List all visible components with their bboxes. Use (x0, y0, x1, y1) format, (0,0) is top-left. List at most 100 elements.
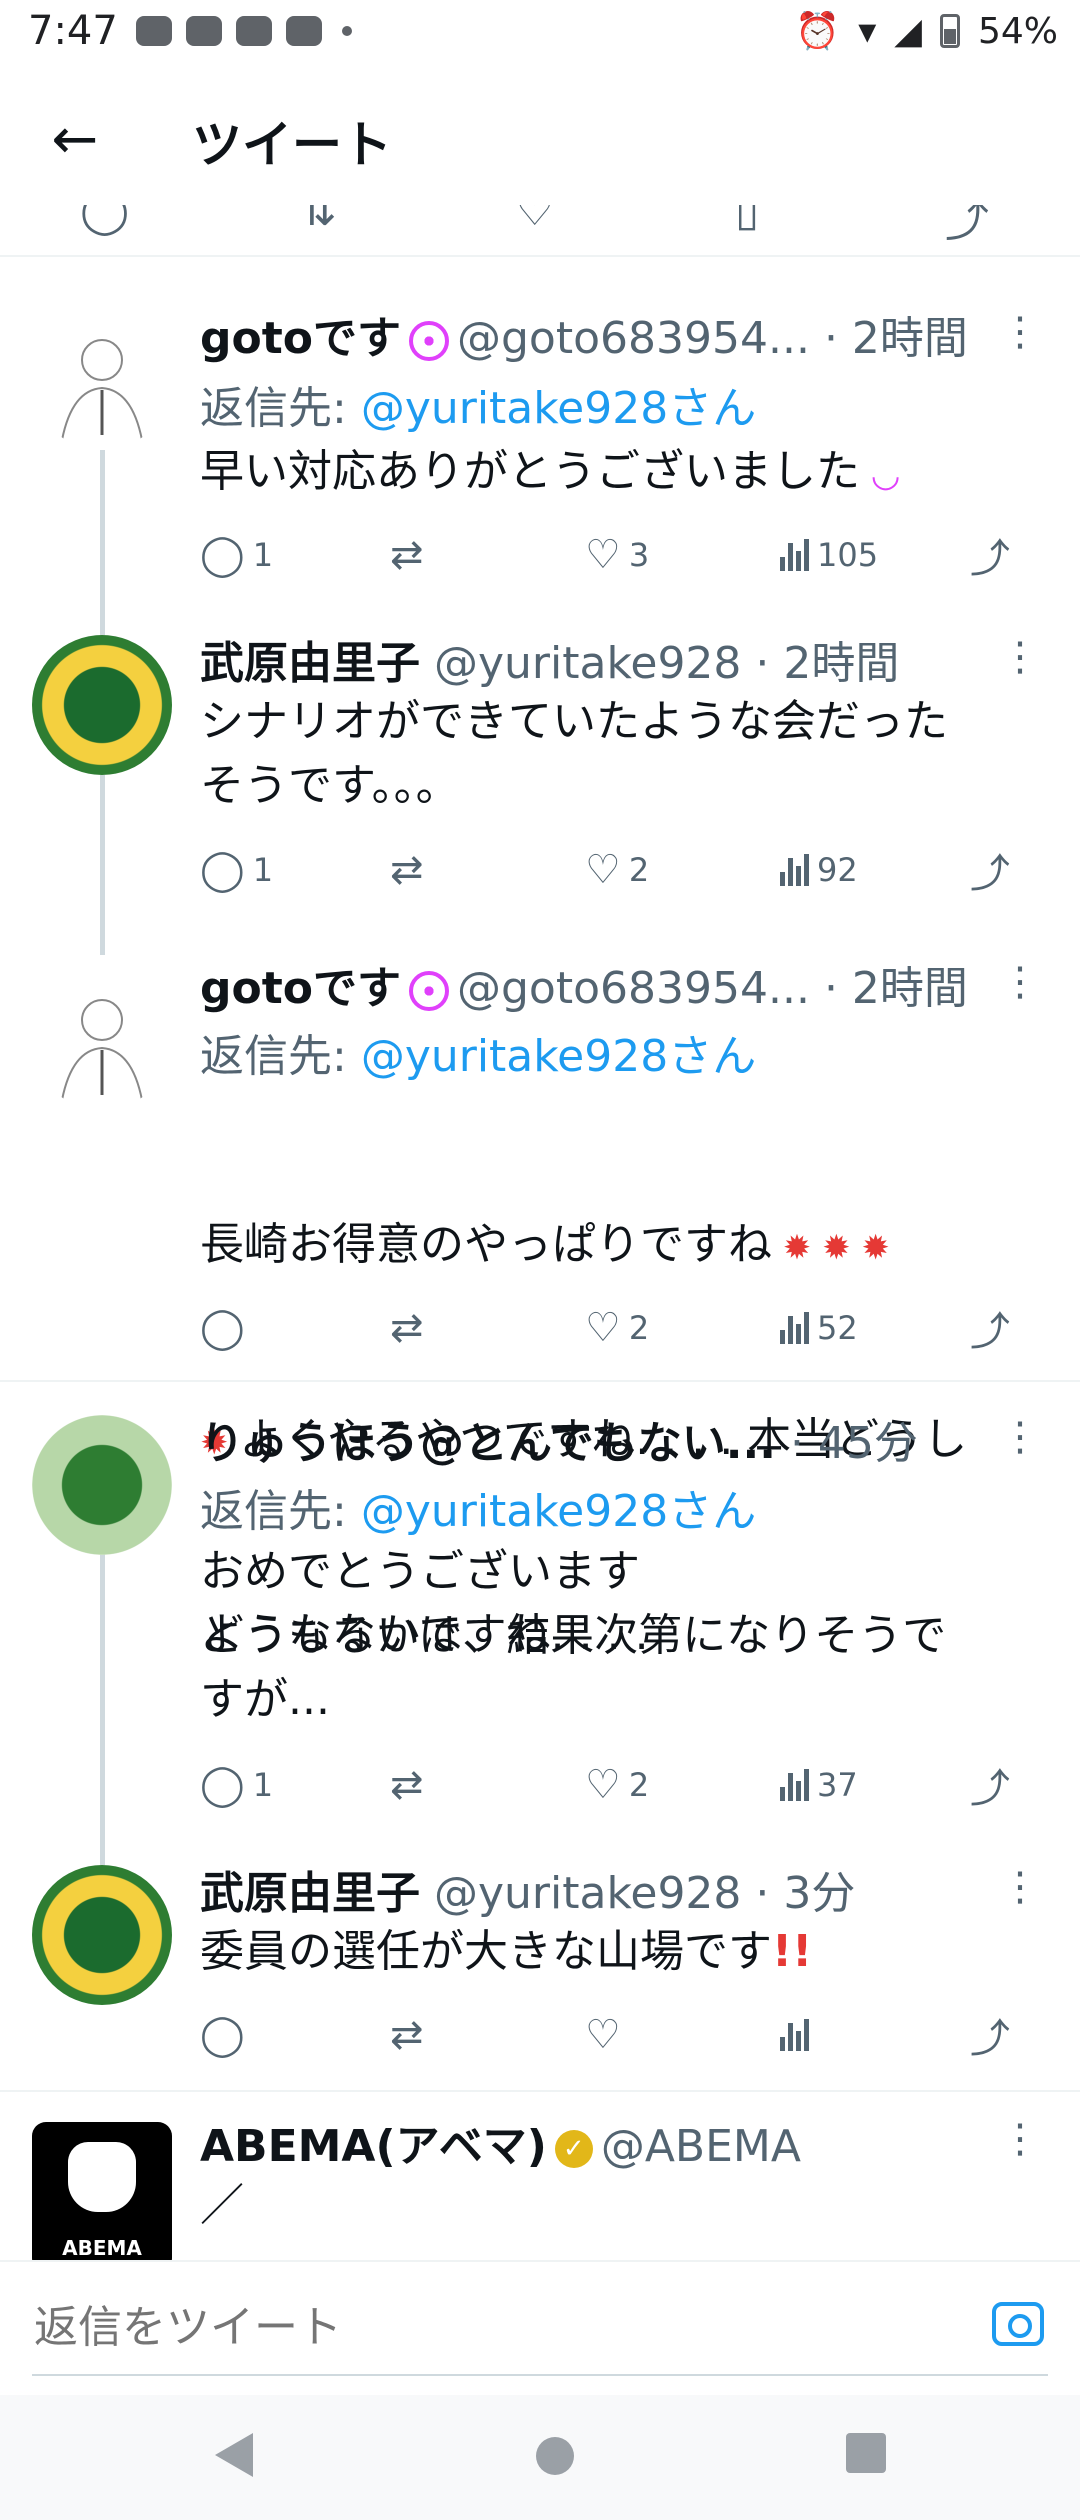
retweet-button[interactable]: ⇄ (390, 2005, 432, 2065)
avatar[interactable] (32, 635, 172, 775)
share-button[interactable]: ⤴ (970, 2005, 1010, 2065)
more-vertical-icon[interactable]: ⋮ (1000, 2117, 1040, 2161)
tweet[interactable]: gotoです @goto683954... · 2時間 ⋮ 返信先: @yurit… (0, 280, 1080, 615)
views-button[interactable]: 105 (780, 525, 878, 585)
display-name[interactable]: ABEMA(アベマ) (200, 2121, 547, 2172)
retweet-icon[interactable]: ⇅ (300, 205, 337, 236)
bookmark-icon[interactable]: ▯ (735, 205, 759, 236)
user-handle: @yuritake928 (434, 1868, 742, 1919)
display-name[interactable]: 武原由里子 (200, 638, 420, 689)
like-button[interactable]: ♡ 2 (585, 1755, 649, 1815)
tweet-actions: ◯ 1 ⇄ ♡ 2 92 ⤴ (200, 840, 1030, 900)
mention-link[interactable]: @yuritake928さん (361, 1031, 756, 1082)
like-button[interactable]: ♡ 3 (585, 525, 649, 585)
more-vertical-icon[interactable]: ⋮ (1000, 960, 1040, 1004)
tweet[interactable]: りゅうほう@とんでもない... · 45分 ⋮ 返信先: @yuritake92… (0, 1385, 1080, 1845)
avatar[interactable]: ABEMA (32, 2122, 172, 2260)
tweet-text: 早い対応ありがとうございました ◡ (200, 446, 901, 497)
mention-link[interactable]: @yuritake928さん (361, 1486, 756, 1537)
reply-to-prefix: 返信先: (200, 383, 361, 434)
tweet[interactable]: 武原由里子 @yuritake928 · 2時間 ⋮ シナリオができていたような… (0, 615, 1080, 940)
comment-icon: ◯ (200, 1762, 245, 1808)
battery-icon (939, 14, 960, 48)
heart-icon[interactable]: ♡ (515, 205, 554, 236)
avatar[interactable] (32, 310, 172, 450)
reply-to-prefix: 返信先: (200, 1486, 361, 1537)
heart-icon: ♡ (585, 2012, 621, 2058)
views-button[interactable]: 37 (780, 1755, 858, 1815)
reply-button[interactable]: ◯ (200, 1298, 253, 1358)
comment-icon[interactable]: ◯ (80, 205, 129, 236)
camera-icon[interactable] (992, 2302, 1044, 2346)
tweet[interactable]: ABEMA ABEMA(アベマ) ✓ @ABEMA ⋮ ／ (0, 2092, 1080, 2260)
tweet-text: シナリオができていたような会だった そうです。。。 (200, 696, 948, 811)
tweet-time: · 45分 (789, 1418, 918, 1469)
avatar[interactable] (32, 970, 172, 1110)
share-icon[interactable]: ⤴ (945, 205, 989, 249)
user-handle: @goto683954... (457, 963, 810, 1014)
system-status: ⏰ ▾ ◢ 54% (795, 10, 1058, 53)
nav-home-icon[interactable] (536, 2437, 574, 2475)
retweet-button[interactable]: ⇄ (390, 525, 432, 585)
display-name[interactable]: りゅうほう@とんでもない... (200, 1418, 776, 1469)
retweet-icon: ⇄ (390, 532, 424, 578)
reply-input[interactable] (32, 2292, 996, 2364)
reply-button[interactable]: ◯ 1 (200, 1755, 273, 1815)
more-vertical-icon[interactable]: ⋮ (1000, 1865, 1040, 1909)
alarm-icon: ⏰ (795, 11, 841, 52)
tweet-header: gotoです @goto683954... · 2時間 (200, 952, 968, 1016)
display-name[interactable]: 武原由里子 (200, 1868, 420, 1919)
share-button[interactable]: ⤴ (970, 1755, 1010, 1815)
share-button[interactable]: ⤴ (970, 840, 1010, 900)
divider (0, 1380, 1080, 1382)
retweet-button[interactable]: ⇄ (390, 840, 432, 900)
more-notifications-icon (342, 26, 352, 36)
nav-recent-apps-icon[interactable] (846, 2433, 886, 2473)
arrow-left-icon[interactable]: ← (40, 105, 110, 175)
youtube-notification-icon (286, 16, 322, 46)
signal-icon: ◢ (894, 10, 922, 52)
tweet-header: gotoです @goto683954... · 2時間 (200, 302, 968, 366)
display-name[interactable]: gotoです (200, 963, 401, 1014)
share-icon: ⤴ (970, 1309, 1010, 1355)
share-icon: ⤴ (970, 1766, 1010, 1812)
status-time: 7:47 (28, 8, 118, 54)
app-notification-icon (136, 16, 172, 46)
tweet[interactable]: 武原由里子 @yuritake928 · 3分 ⋮ 委員の選任が大きな山場です!… (0, 1845, 1080, 2090)
more-vertical-icon[interactable]: ⋮ (1000, 310, 1040, 354)
reply-button[interactable]: ◯ 1 (200, 840, 273, 900)
bar-chart-icon (780, 1769, 809, 1801)
user-handle: @goto683954... (457, 313, 810, 364)
like-button[interactable]: ♡ 2 (585, 1298, 649, 1358)
views-button[interactable] (780, 2005, 817, 2065)
views-button[interactable]: 52 (780, 1298, 858, 1358)
reply-button[interactable]: ◯ 1 (200, 525, 273, 585)
avatar[interactable] (32, 1415, 172, 1555)
tweet-actions: ◯ ⇄ ♡ 2 52 ⤴ (200, 1298, 1030, 1358)
retweet-button[interactable]: ⇄ (390, 1298, 432, 1358)
parent-tweet-actions: ◯ ⇅ ♡ ▯ ⤴ (0, 205, 1080, 257)
more-vertical-icon[interactable]: ⋮ (1000, 1415, 1040, 1459)
avatar[interactable] (32, 1865, 172, 2005)
reply-button[interactable]: ◯ (200, 2005, 253, 2065)
retweet-icon: ⇄ (390, 2012, 424, 2058)
retweet-icon: ⇄ (390, 1305, 424, 1351)
user-handle: @yuritake928 (434, 638, 742, 689)
spiral-badge-icon (409, 971, 449, 1011)
wifi-icon: ▾ (858, 10, 877, 52)
like-button[interactable]: ♡ 2 (585, 840, 649, 900)
share-button[interactable]: ⤴ (970, 525, 1010, 585)
views-button[interactable]: 92 (780, 840, 858, 900)
more-vertical-icon[interactable]: ⋮ (1000, 635, 1040, 679)
share-button[interactable]: ⤴ (970, 1298, 1010, 1358)
like-button[interactable]: ♡ (585, 2005, 629, 2065)
nav-back-icon[interactable] (215, 2433, 253, 2477)
heart-icon: ♡ (585, 847, 621, 893)
share-icon: ⤴ (970, 2016, 1010, 2062)
retweet-icon: ⇄ (390, 847, 424, 893)
system-nav-bar (0, 2395, 1080, 2520)
mention-link[interactable]: @yuritake928さん (361, 383, 756, 434)
display-name[interactable]: gotoです (200, 313, 401, 364)
retweet-button[interactable]: ⇄ (390, 1755, 432, 1815)
tweet[interactable]: gotoです @goto683954... · 2時間 ⋮ 返信先: @yurit… (0, 940, 1080, 1660)
